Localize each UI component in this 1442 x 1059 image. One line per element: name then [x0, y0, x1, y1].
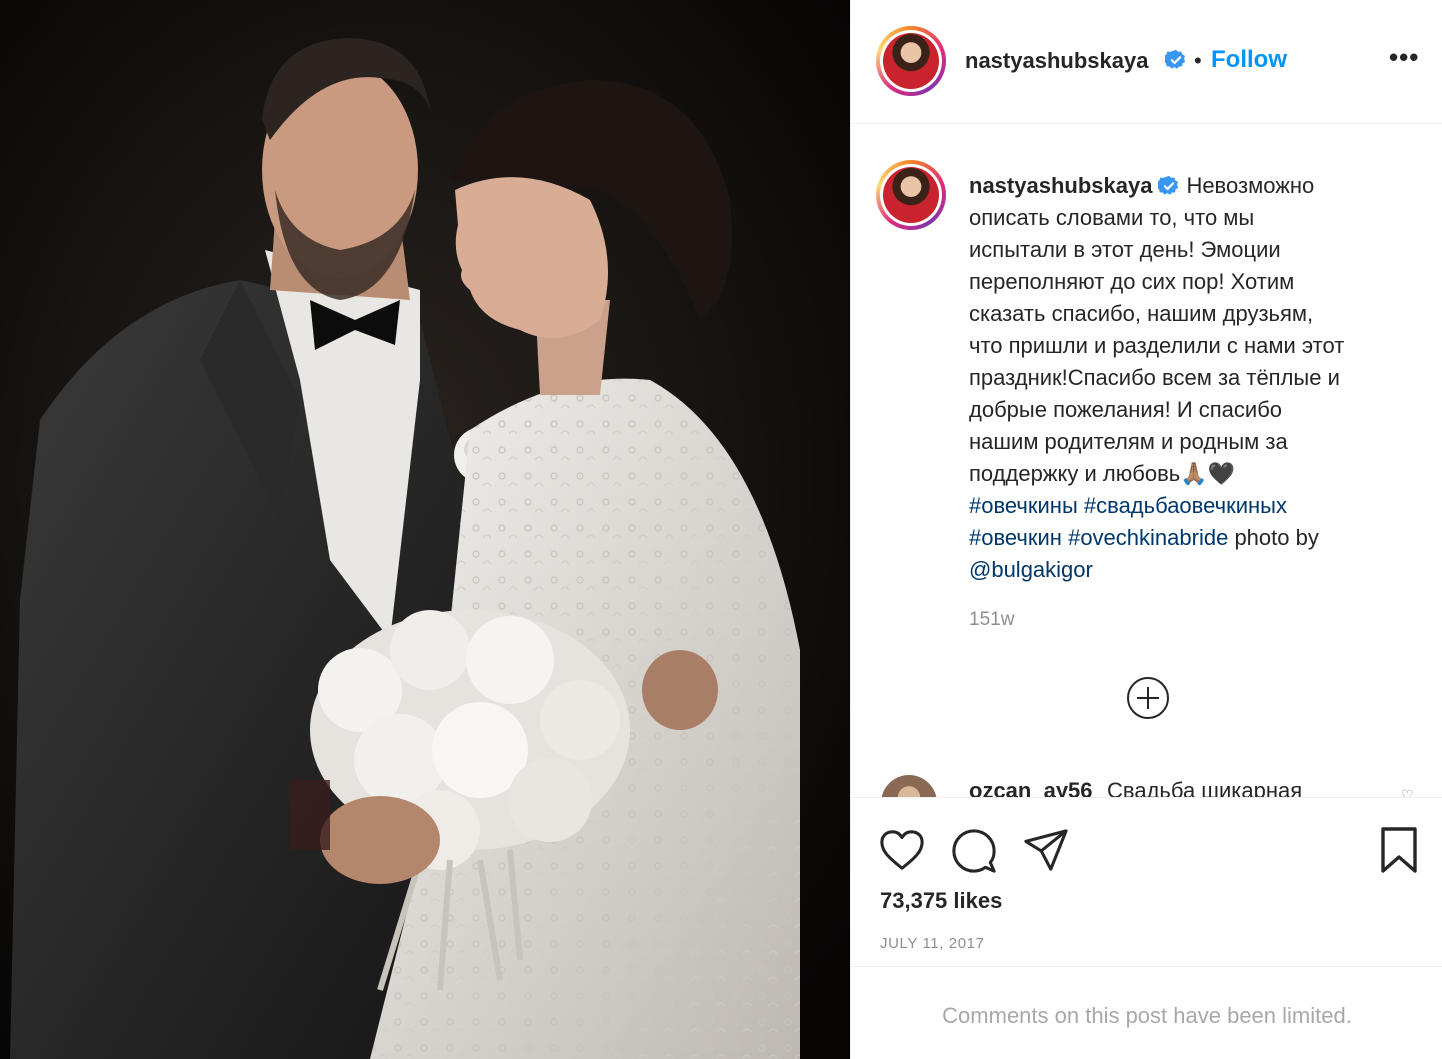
- hashtag-link[interactable]: #ovechkinabride: [1068, 525, 1228, 550]
- post-photo[interactable]: [0, 0, 850, 1059]
- hashtag-link[interactable]: #овечкин: [969, 525, 1062, 550]
- comment-icon[interactable]: [951, 828, 997, 874]
- wedding-photo-illustration: [0, 0, 850, 1059]
- caption-line: нашим родителям и родным за: [969, 429, 1288, 454]
- follow-button[interactable]: Follow: [1211, 46, 1287, 74]
- caption-line: праздник!Спасибо всем за тёплые и: [969, 365, 1340, 390]
- post-details-panel: nastyashubskaya • Follow ••• nastyashubs…: [850, 0, 1442, 1059]
- post-actions: 73,375 likes JULY 11, 2017: [851, 797, 1442, 967]
- plus-circle-icon[interactable]: [1127, 677, 1169, 719]
- post-time-ago[interactable]: 151w: [969, 609, 1014, 631]
- heart-icon[interactable]: [879, 828, 925, 872]
- caption-line: поддержку и любовь🙏🏽🖤: [969, 461, 1236, 486]
- photo-credit-text: photo by: [1234, 525, 1319, 550]
- caption-username[interactable]: nastyashubskaya: [969, 173, 1152, 198]
- caption-line: Невозможно: [1186, 173, 1315, 198]
- more-options-icon[interactable]: •••: [1389, 42, 1419, 73]
- post-header: nastyashubskaya • Follow •••: [851, 0, 1442, 124]
- header-username[interactable]: nastyashubskaya: [965, 48, 1148, 74]
- caption-avatar[interactable]: [876, 160, 946, 230]
- caption-line: добрые пожелания! И спасибо: [969, 397, 1283, 422]
- comment-item: ozcan_ay56 Свадьба шикарная ♡: [881, 775, 1441, 797]
- post-date[interactable]: JULY 11, 2017: [880, 935, 985, 952]
- caption-line: испытали в этот день! Эмоции: [969, 237, 1281, 262]
- verified-badge-icon: [1158, 175, 1179, 195]
- caption-line: сказать спасибо, нашим друзьям,: [969, 301, 1314, 326]
- likes-count[interactable]: 73,375 likes: [880, 888, 1002, 914]
- caption-line: что пришли и разделили с нами этот: [969, 333, 1345, 358]
- mention-link[interactable]: @bulgakigor: [969, 557, 1093, 582]
- hashtag-link[interactable]: #свадьбаовечкиных: [1084, 493, 1287, 518]
- comments-section[interactable]: nastyashubskaya Невозможно описать словам…: [851, 125, 1442, 797]
- avatar[interactable]: [876, 26, 946, 96]
- post-caption: nastyashubskaya Невозможно описать словам…: [969, 170, 1409, 586]
- comment-like-icon[interactable]: ♡: [1401, 787, 1414, 797]
- comment-footer: Comments on this post have been limited.: [851, 966, 1442, 1059]
- caption-line: переполняют до сих пор! Хотим: [969, 269, 1295, 294]
- share-icon[interactable]: [1023, 828, 1069, 872]
- commenter-avatar[interactable]: [881, 775, 937, 797]
- hashtag-link[interactable]: #овечкины: [969, 493, 1078, 518]
- verified-badge-icon: [1165, 49, 1186, 69]
- caption-line: описать словами то, что мы: [969, 205, 1255, 230]
- separator-dot: •: [1194, 48, 1202, 73]
- commenter-username[interactable]: ozcan_ay56: [969, 778, 1093, 797]
- comments-limited-notice: Comments on this post have been limited.: [942, 1003, 1352, 1028]
- comment-text: Свадьба шикарная: [1107, 778, 1303, 797]
- bookmark-icon[interactable]: [1379, 826, 1419, 874]
